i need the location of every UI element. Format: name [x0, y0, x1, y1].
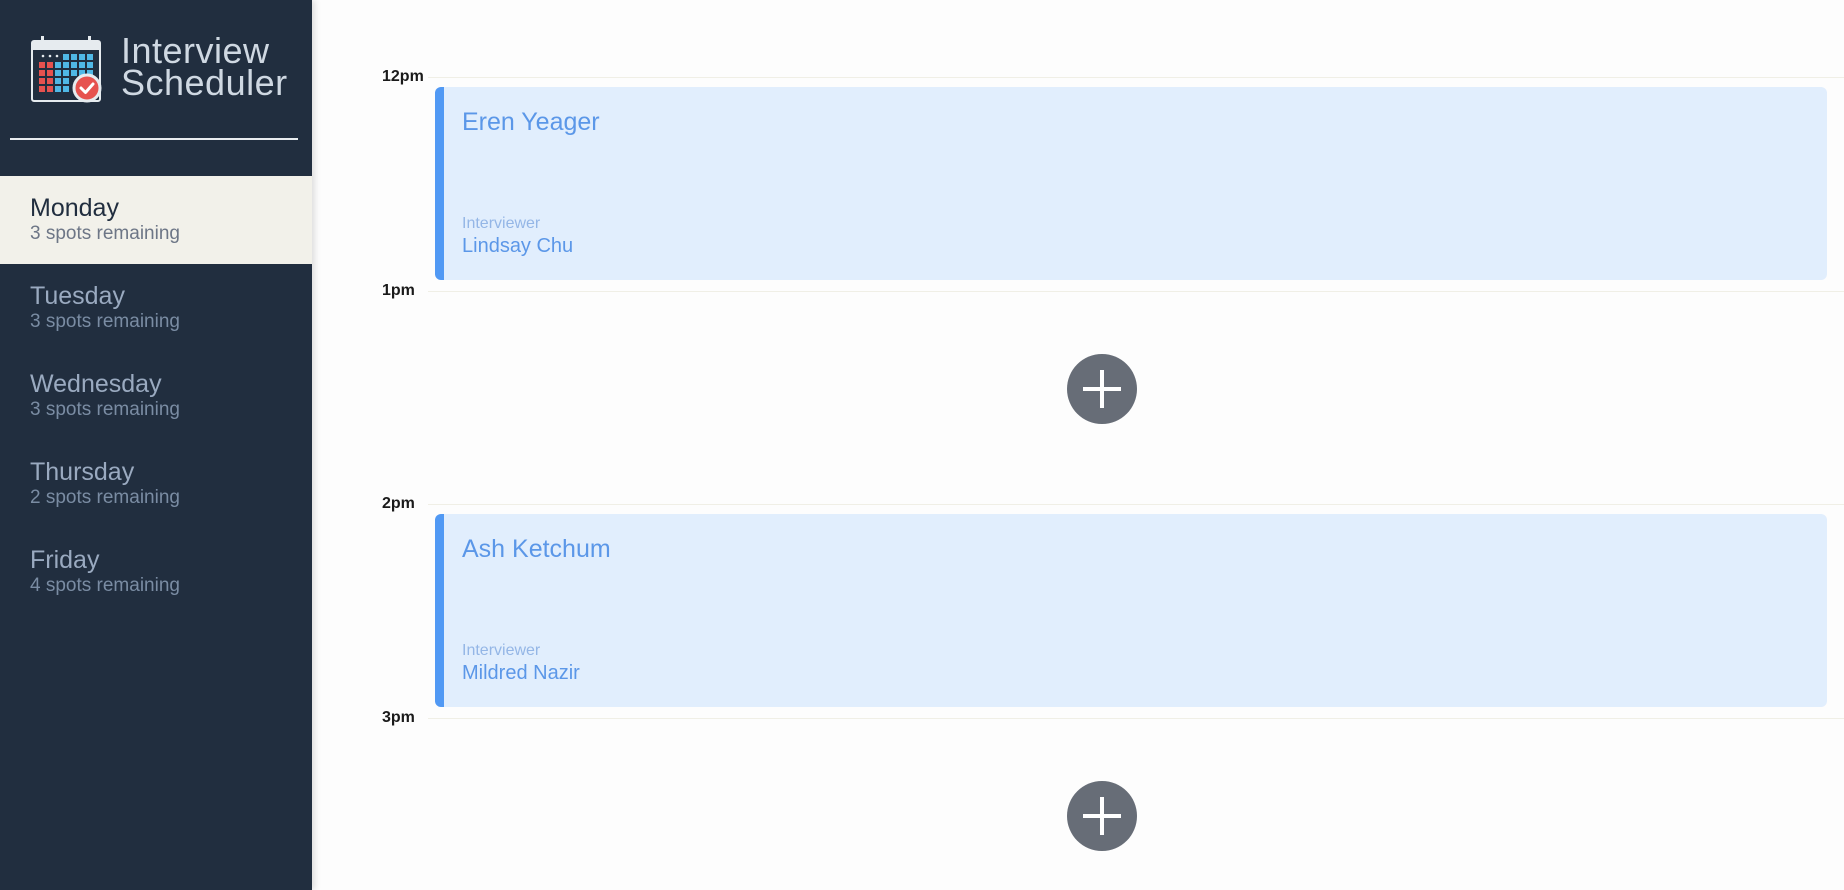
day-name: Friday [30, 546, 100, 574]
calendar-check-icon [31, 36, 102, 103]
slot-separator [428, 718, 1844, 719]
sidebar-divider [10, 138, 298, 140]
slot-time: 2pm [382, 495, 415, 512]
day-item-tuesday[interactable]: Tuesday 3 spots remaining [0, 264, 312, 352]
slot-separator [428, 291, 1844, 292]
appointment-card[interactable]: Ash Ketchum Interviewer Mildred Nazir [435, 514, 1827, 707]
day-name: Wednesday [30, 370, 162, 398]
day-item-wednesday[interactable]: Wednesday 3 spots remaining [0, 352, 312, 440]
app-title-line2: Scheduler [121, 62, 288, 103]
student-name: Ash Ketchum [462, 535, 611, 563]
add-appointment-button[interactable] [1067, 781, 1137, 851]
day-name: Thursday [30, 458, 135, 486]
brand: Interview Scheduler [31, 33, 288, 103]
schedule: 12pm Eren Yeager Interviewer Lindsay Chu… [312, 0, 1844, 890]
slot-time: 12pm [382, 68, 424, 85]
day-spots: 4 spots remaining [30, 575, 180, 596]
day-list: Monday 3 spots remaining Tuesday 3 spots… [0, 176, 312, 616]
day-spots: 3 spots remaining [30, 311, 180, 332]
day-spots: 3 spots remaining [30, 223, 180, 244]
interviewer-name: Lindsay Chu [462, 235, 574, 257]
day-name: Tuesday [30, 282, 125, 310]
slot-separator [428, 77, 1844, 78]
day-spots: 3 spots remaining [30, 399, 180, 420]
interviewer-label: Interviewer [462, 215, 541, 232]
interviewer-label: Interviewer [462, 642, 541, 659]
appointment-card[interactable]: Eren Yeager Interviewer Lindsay Chu [435, 87, 1827, 280]
interviewer-name: Mildred Nazir [462, 662, 580, 684]
student-name: Eren Yeager [462, 108, 600, 136]
slot-separator [428, 504, 1844, 505]
day-spots: 2 spots remaining [30, 487, 180, 508]
day-item-thursday[interactable]: Thursday 2 spots remaining [0, 440, 312, 528]
slot-time: 1pm [382, 282, 415, 299]
add-appointment-button[interactable] [1067, 354, 1137, 424]
app-title: Interview Scheduler [121, 33, 288, 103]
app-root: Interview Scheduler Monday 3 spots remai… [0, 0, 1844, 890]
day-item-friday[interactable]: Friday 4 spots remaining [0, 528, 312, 616]
day-name: Monday [30, 194, 119, 222]
slot-time: 3pm [382, 709, 415, 726]
day-item-monday[interactable]: Monday 3 spots remaining [0, 176, 312, 264]
sidebar: Interview Scheduler Monday 3 spots remai… [0, 0, 312, 890]
